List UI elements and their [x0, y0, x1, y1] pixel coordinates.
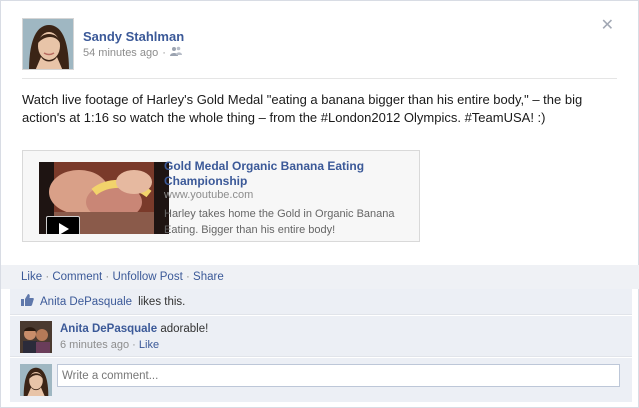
link-domain: www.youtube.com — [164, 189, 254, 201]
link-preview[interactable]: Gold Medal Organic Banana Eating Champio… — [22, 150, 420, 242]
header-divider — [22, 78, 617, 79]
link-title[interactable]: Gold Medal Organic Banana Eating Champio… — [164, 159, 404, 189]
comment-meta-separator: · — [132, 339, 136, 351]
feed-story: ✕ Sandy Stahlman 54 minutes ago · Watch … — [0, 0, 639, 408]
comment-composer — [10, 358, 632, 402]
close-icon[interactable]: ✕ — [601, 18, 614, 34]
comment-button[interactable]: Comment — [52, 271, 102, 283]
likes-row: Anita DePasquale likes this. — [10, 289, 632, 315]
meta-separator: · — [162, 46, 166, 59]
post-timestamp[interactable]: 54 minutes ago — [83, 47, 158, 59]
comment-text: adorable! — [160, 323, 209, 335]
comment-line: Anita DePasquale adorable! — [60, 323, 208, 335]
post-message: Watch live footage of Harley's Gold Meda… — [22, 92, 583, 125]
comment-input[interactable] — [57, 364, 620, 387]
likes-suffix: likes this. — [138, 295, 186, 308]
share-button[interactable]: Share — [193, 271, 224, 283]
comment-item: Anita DePasquale adorable! 6 minutes ago… — [10, 316, 632, 357]
video-thumbnail[interactable] — [39, 162, 169, 234]
composer-avatar — [20, 364, 52, 396]
action-separator: · — [185, 271, 190, 283]
author-name[interactable]: Sandy Stahlman — [83, 29, 184, 44]
post-meta: 54 minutes ago · — [83, 46, 182, 59]
commenter-name[interactable]: Anita DePasquale — [60, 323, 157, 335]
friends-icon[interactable] — [169, 46, 182, 59]
thumbs-up-icon — [21, 294, 34, 309]
play-icon[interactable] — [46, 216, 80, 234]
comment-timestamp[interactable]: 6 minutes ago — [60, 339, 129, 351]
like-button[interactable]: Like — [21, 271, 42, 283]
comment-like-button[interactable]: Like — [139, 339, 159, 351]
action-separator: · — [45, 271, 50, 283]
unfollow-button[interactable]: Unfollow Post — [112, 271, 182, 283]
author-avatar[interactable] — [22, 18, 74, 70]
liker-name[interactable]: Anita DePasquale — [40, 296, 132, 308]
action-bar: Like · Comment · Unfollow Post · Share — [1, 265, 639, 289]
action-separator: · — [105, 271, 110, 283]
comment-meta: 6 minutes ago · Like — [60, 339, 159, 351]
link-description: Harley takes home the Gold in Organic Ba… — [164, 208, 395, 236]
commenter-avatar[interactable] — [20, 321, 52, 353]
